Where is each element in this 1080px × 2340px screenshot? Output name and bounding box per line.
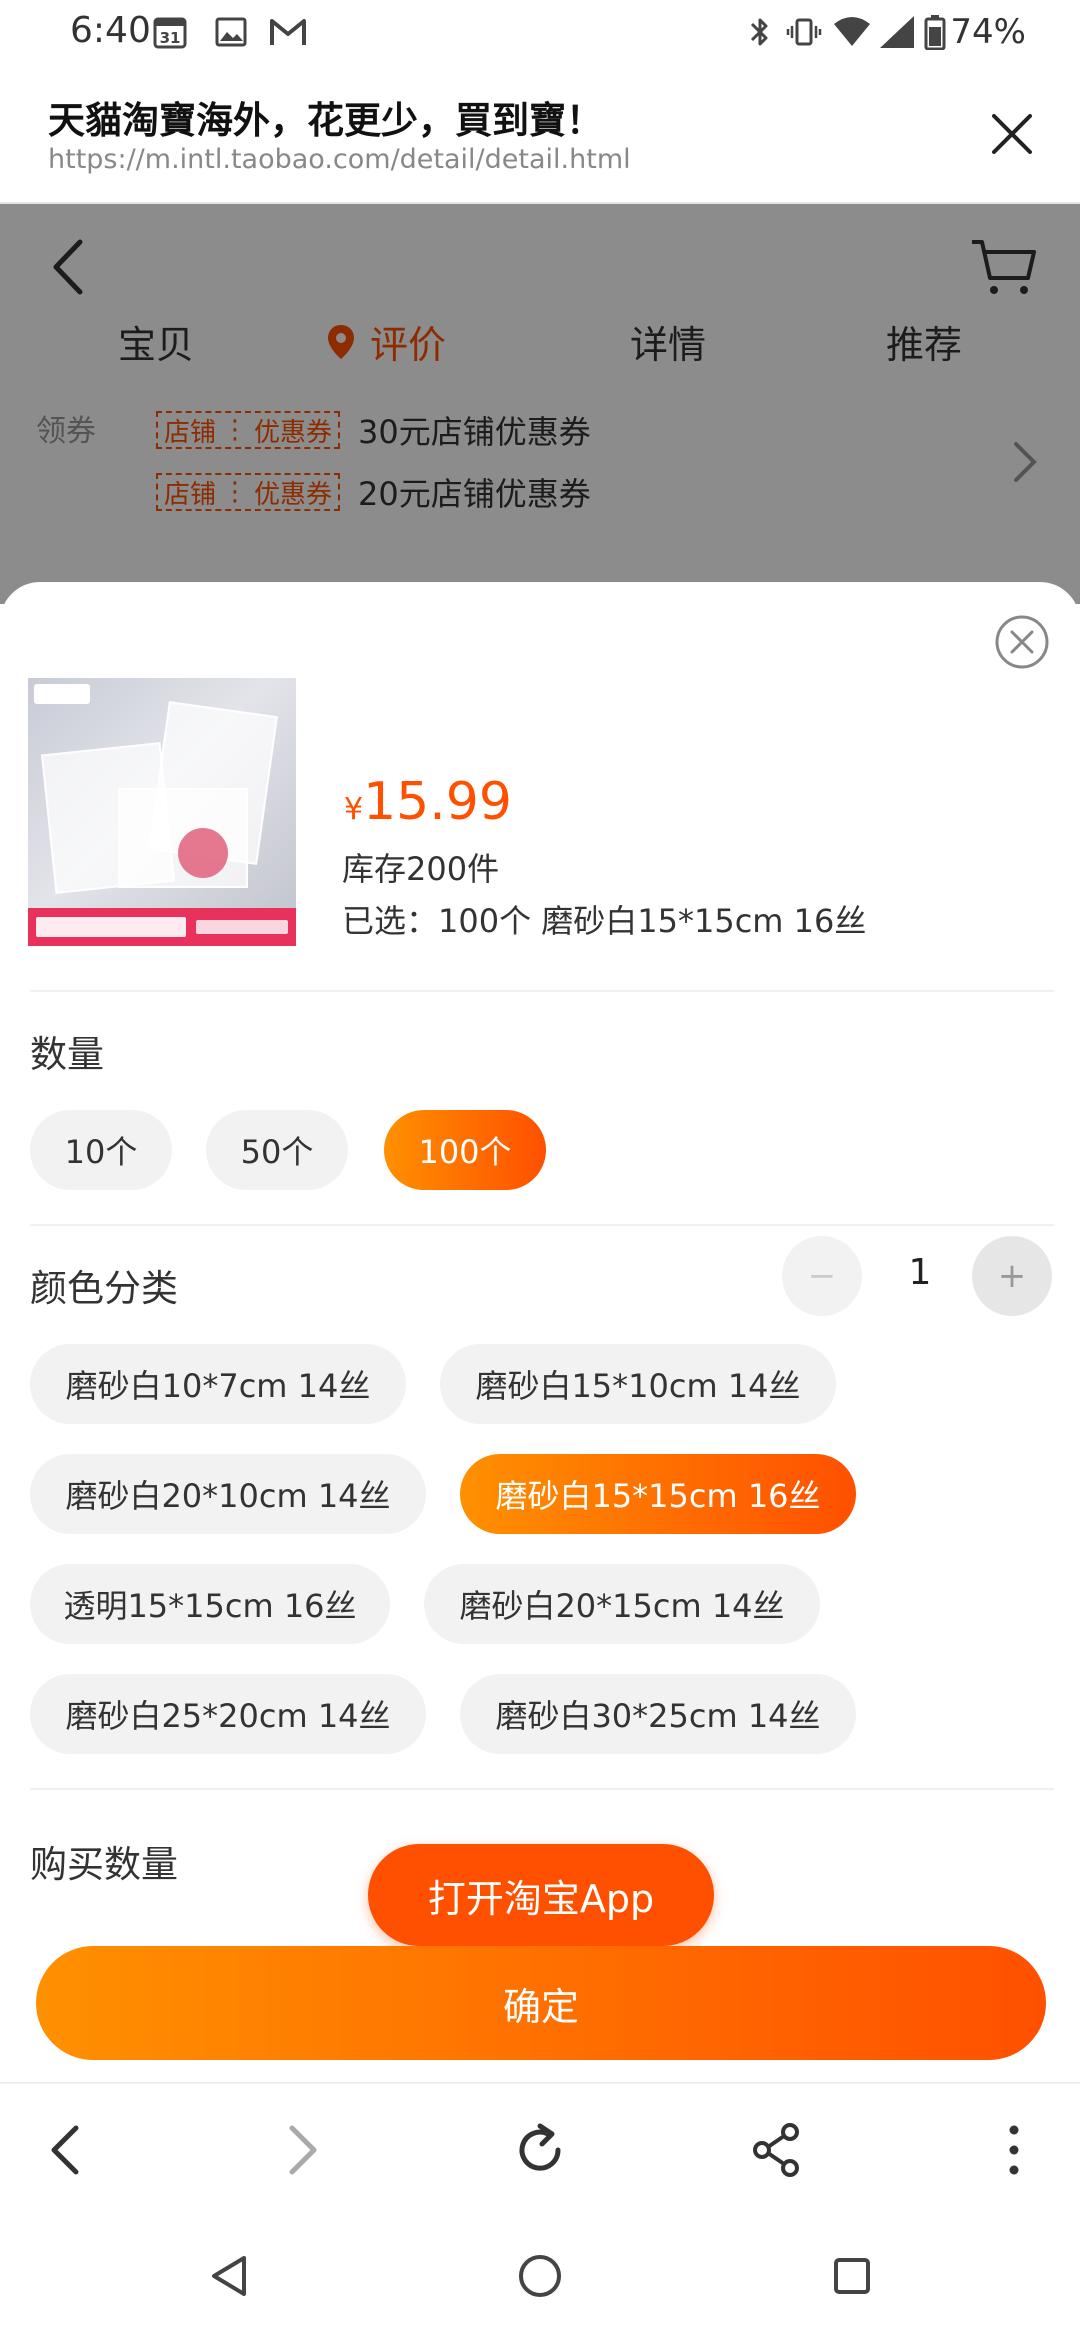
divider xyxy=(30,1224,1054,1226)
product-image[interactable] xyxy=(28,678,296,946)
browser-back-button[interactable] xyxy=(30,2114,102,2186)
reload-icon xyxy=(519,2123,561,2171)
banner-text-block xyxy=(36,917,186,937)
gmail-icon xyxy=(270,19,306,45)
bluetooth-icon xyxy=(750,18,768,46)
battery-icon xyxy=(924,15,946,50)
circle-home-icon xyxy=(519,2255,561,2297)
system-recents-button[interactable] xyxy=(820,2244,884,2308)
quantity-option[interactable]: 50个 xyxy=(206,1110,348,1190)
divider xyxy=(30,990,1054,992)
bag-contents xyxy=(178,828,228,878)
signal-icon xyxy=(880,16,914,48)
color-section-title: 颜色分类 xyxy=(30,1267,178,1310)
price: ¥15.99 xyxy=(344,772,512,832)
stock-text: 库存200件 xyxy=(342,850,500,888)
buy-quantity-label: 购买数量 xyxy=(30,1843,178,1886)
calendar-icon: 31 xyxy=(153,17,187,49)
system-home-button[interactable] xyxy=(508,2244,572,2308)
share-icon xyxy=(753,2123,799,2177)
battery-percent: 74% xyxy=(950,12,1026,52)
color-option[interactable]: 透明15*15cm 16丝 xyxy=(30,1564,390,1644)
browser-header: 天貓淘寶海外，花更少，買到寶！ https://m.intl.taobao.co… xyxy=(0,66,1080,204)
browser-share-button[interactable] xyxy=(740,2114,812,2186)
color-option[interactable]: 磨砂白15*10cm 14丝 xyxy=(440,1344,836,1424)
quantity-option[interactable]: 10个 xyxy=(30,1110,172,1190)
banner-text-block xyxy=(196,920,288,934)
color-option[interactable]: 磨砂白20*10cm 14丝 xyxy=(30,1454,426,1534)
image-banner xyxy=(28,908,296,946)
triangle-back-icon xyxy=(212,2256,246,2296)
brand-logo xyxy=(34,684,90,704)
open-app-button[interactable]: 打开淘宝App xyxy=(368,1844,714,1946)
square-recents-icon xyxy=(834,2258,870,2294)
quantity-option-selected[interactable]: 100个 xyxy=(384,1110,546,1190)
price-symbol: ¥ xyxy=(344,792,364,827)
quantity-minus-button[interactable]: − xyxy=(782,1236,862,1316)
system-back-button[interactable] xyxy=(196,2244,260,2308)
price-value: 15.99 xyxy=(363,772,512,832)
page-url[interactable]: https://m.intl.taobao.com/detail/detail.… xyxy=(48,144,631,175)
calendar-day: 31 xyxy=(160,29,181,47)
android-nav-bar xyxy=(0,2212,1080,2340)
browser-menu-button[interactable] xyxy=(978,2114,1050,2186)
quantity-plus-button[interactable]: + xyxy=(972,1236,1052,1316)
close-circle-icon[interactable] xyxy=(994,614,1050,670)
vibrate-icon xyxy=(786,18,822,46)
wifi-icon xyxy=(834,17,870,46)
close-icon[interactable] xyxy=(984,106,1040,162)
color-option[interactable]: 磨砂白25*20cm 14丝 xyxy=(30,1674,426,1754)
page-title: 天貓淘寶海外，花更少，買到寶！ xyxy=(48,99,603,142)
status-bar: 6:40 31 74% xyxy=(0,0,1080,66)
selected-summary: 已选：100个 磨砂白15*15cm 16丝 xyxy=(342,902,867,940)
dim-overlay[interactable] xyxy=(0,204,1080,604)
browser-forward-button[interactable] xyxy=(266,2114,338,2186)
image-icon xyxy=(215,17,247,47)
quantity-value: 1 xyxy=(908,1252,932,1293)
back-icon xyxy=(51,2125,79,2175)
quantity-section-title: 数量 xyxy=(30,1033,104,1076)
color-option[interactable]: 磨砂白10*7cm 14丝 xyxy=(30,1344,406,1424)
color-option[interactable]: 磨砂白20*15cm 14丝 xyxy=(424,1564,820,1644)
more-vertical-icon xyxy=(1009,2125,1019,2175)
divider xyxy=(30,1788,1054,1790)
browser-toolbar xyxy=(0,2082,1080,2212)
confirm-button[interactable]: 确定 xyxy=(36,1946,1046,2060)
forward-icon xyxy=(289,2125,317,2175)
color-option[interactable]: 磨砂白30*25cm 14丝 xyxy=(460,1674,856,1754)
status-time: 6:40 xyxy=(70,10,151,51)
browser-reload-button[interactable] xyxy=(504,2114,576,2186)
color-option-selected[interactable]: 磨砂白15*15cm 16丝 xyxy=(460,1454,856,1534)
